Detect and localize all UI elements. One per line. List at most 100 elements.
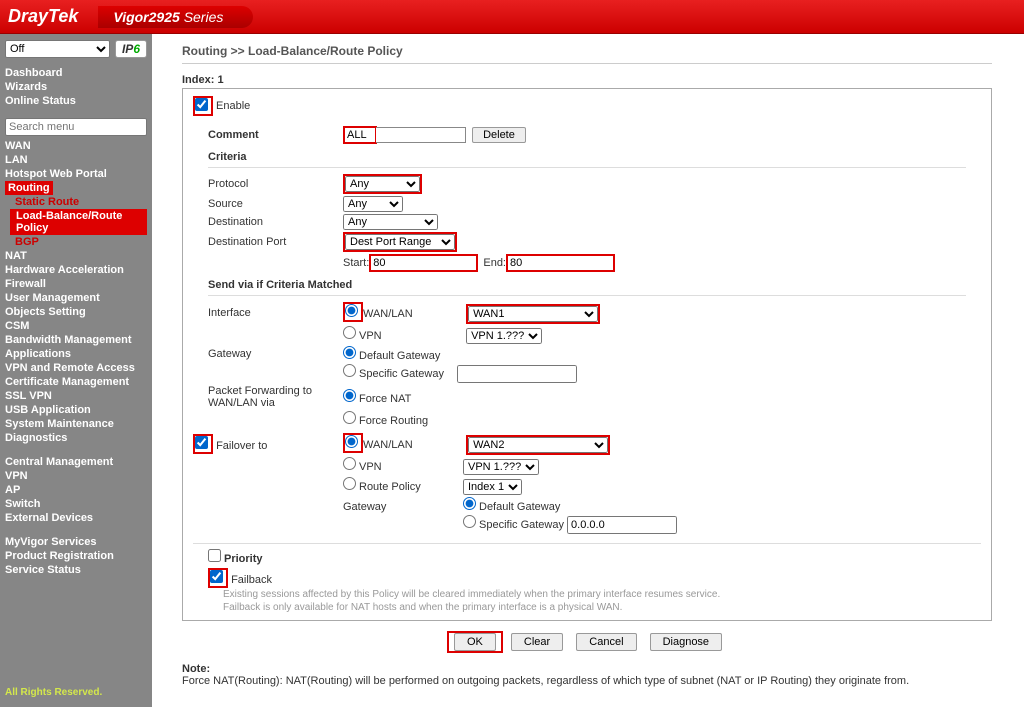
menu-diag[interactable]: Diagnostics [5,431,147,445]
button-bar: OK Clear Cancel Diagnose [182,631,992,653]
failover-gw-specific-radio[interactable] [463,515,476,528]
menu-bw-mgmt[interactable]: Bandwidth Management [5,333,147,347]
port-end-input[interactable] [508,256,613,270]
interface-label: Interface [193,307,343,319]
series-banner: Vigor2925 Series [98,6,253,28]
menu-lan[interactable]: LAN [5,153,147,167]
gateway-specific-radio[interactable] [343,364,356,377]
menu-dashboard[interactable]: Dashboard [5,66,147,80]
ipv6-button[interactable]: IP6 [115,40,147,58]
menu-apps[interactable]: Applications [5,347,147,361]
note-header: Note: [182,663,210,675]
menu-central-ap[interactable]: AP [5,483,147,497]
menu-online-status[interactable]: Online Status [5,94,147,108]
protocol-label: Protocol [193,178,343,190]
menu-vpn-remote[interactable]: VPN and Remote Access [5,361,147,375]
fo-rp-label: Route Policy [359,481,421,493]
delete-button[interactable]: Delete [472,127,526,143]
interface-wanlan-radio[interactable] [345,304,358,317]
page-note: Note: Force NAT(Routing): NAT(Routing) w… [182,663,992,687]
enable-checkbox[interactable] [195,98,208,111]
gateway-default-radio[interactable] [343,346,356,359]
sidebar-footer: All Rights Reserved. [5,687,147,698]
fo-wanlan-label: WAN/LAN [363,439,413,451]
failover-vpn-select[interactable]: VPN 1.??? [463,459,539,475]
gateway-specific-input[interactable] [457,365,577,383]
dest-port-select[interactable]: Dest Port Range [345,234,455,250]
breadcrumb: Routing >> Load-Balance/Route Policy [182,44,992,64]
cancel-button[interactable]: Cancel [576,633,636,651]
force-nat-label: Force NAT [359,393,411,405]
main-content: Routing >> Load-Balance/Route Policy Ind… [152,34,1022,707]
policy-panel: Enable Comment Delete Criteria ProtocolA… [182,88,992,621]
fo-gw-default-label: Default Gateway [479,501,560,513]
failover-gw-default-radio[interactable] [463,497,476,510]
comment-input-rest[interactable] [376,127,466,143]
menu-objects[interactable]: Objects Setting [5,305,147,319]
comment-input[interactable] [345,128,375,142]
interface-vpn-radio[interactable] [343,326,356,339]
start-label: Start: [343,257,369,269]
menu-wizards[interactable]: Wizards [5,80,147,94]
failover-rp-radio[interactable] [343,477,356,490]
menu-svc-status[interactable]: Service Status [5,563,147,577]
end-label: End: [483,257,506,269]
failover-checkbox[interactable] [195,436,208,449]
menu-central-switch[interactable]: Switch [5,497,147,511]
app-header: DrayTek Vigor2925 Series [0,0,1024,34]
menu-usb-app[interactable]: USB Application [5,403,147,417]
menu-ext-devices[interactable]: External Devices [5,511,147,525]
fo-vpn-label: VPN [359,461,382,473]
failover-vpn-radio[interactable] [343,457,356,470]
menu-myvigor[interactable]: MyVigor Services [5,535,147,549]
ok-button[interactable]: OK [454,633,496,651]
source-label: Source [193,198,343,210]
menu-central-mgmt[interactable]: Central Management [5,455,147,469]
failback-checkbox[interactable] [210,570,223,583]
menu-hotspot[interactable]: Hotspot Web Portal [5,167,147,181]
force-routing-label: Force Routing [359,415,428,427]
failback-note1: Existing sessions affected by this Polic… [193,588,981,601]
force-nat-radio[interactable] [343,389,356,402]
failover-gw-specific-input[interactable] [567,516,677,534]
menu-load-balance-route-policy[interactable]: Load-Balance/Route Policy [10,209,147,235]
vpn-label: VPN [359,330,382,342]
menu-cert-mgmt[interactable]: Certificate Management [5,375,147,389]
enable-label: Enable [216,100,250,112]
index-label: Index: 1 [182,74,992,86]
force-routing-radio[interactable] [343,411,356,424]
menu-product-reg[interactable]: Product Registration [5,549,147,563]
destination-select[interactable]: Any [343,214,438,230]
interface-vpn-select[interactable]: VPN 1.??? [466,328,542,344]
menu-bgp[interactable]: BGP [5,235,147,249]
interface-wan-select[interactable]: WAN1 [468,306,598,322]
protocol-select[interactable]: Any [345,176,420,192]
menu-static-route[interactable]: Static Route [5,195,147,209]
mode-select[interactable]: Off [5,40,110,58]
search-input[interactable] [5,118,147,136]
priority-checkbox[interactable] [208,549,221,562]
diagnose-button[interactable]: Diagnose [650,633,722,651]
port-start-input[interactable] [371,256,476,270]
menu-sys-maint[interactable]: System Maintenance [5,417,147,431]
fo-gw-label: Gateway [343,501,463,513]
menu-hw-accel[interactable]: Hardware Acceleration [5,263,147,277]
failover-wanlan-radio[interactable] [345,435,358,448]
menu-wan[interactable]: WAN [5,139,147,153]
menu-user-mgmt[interactable]: User Management [5,291,147,305]
menu-csm[interactable]: CSM [5,319,147,333]
gateway-label: Gateway [193,348,343,360]
failover-rp-select[interactable]: Index 1 [463,479,522,495]
menu-ssl-vpn[interactable]: SSL VPN [5,389,147,403]
clear-button[interactable]: Clear [511,633,563,651]
source-select[interactable]: Any [343,196,403,212]
comment-label: Comment [193,129,343,141]
failback-label: Failback [231,574,272,586]
menu-nat[interactable]: NAT [5,249,147,263]
menu-firewall[interactable]: Firewall [5,277,147,291]
menu-central-vpn[interactable]: VPN [5,469,147,483]
menu-routing[interactable]: Routing [5,181,53,195]
note-body: Force NAT(Routing): NAT(Routing) will be… [182,675,909,687]
wanlan-label: WAN/LAN [363,308,413,320]
failover-wan-select[interactable]: WAN2 [468,437,608,453]
